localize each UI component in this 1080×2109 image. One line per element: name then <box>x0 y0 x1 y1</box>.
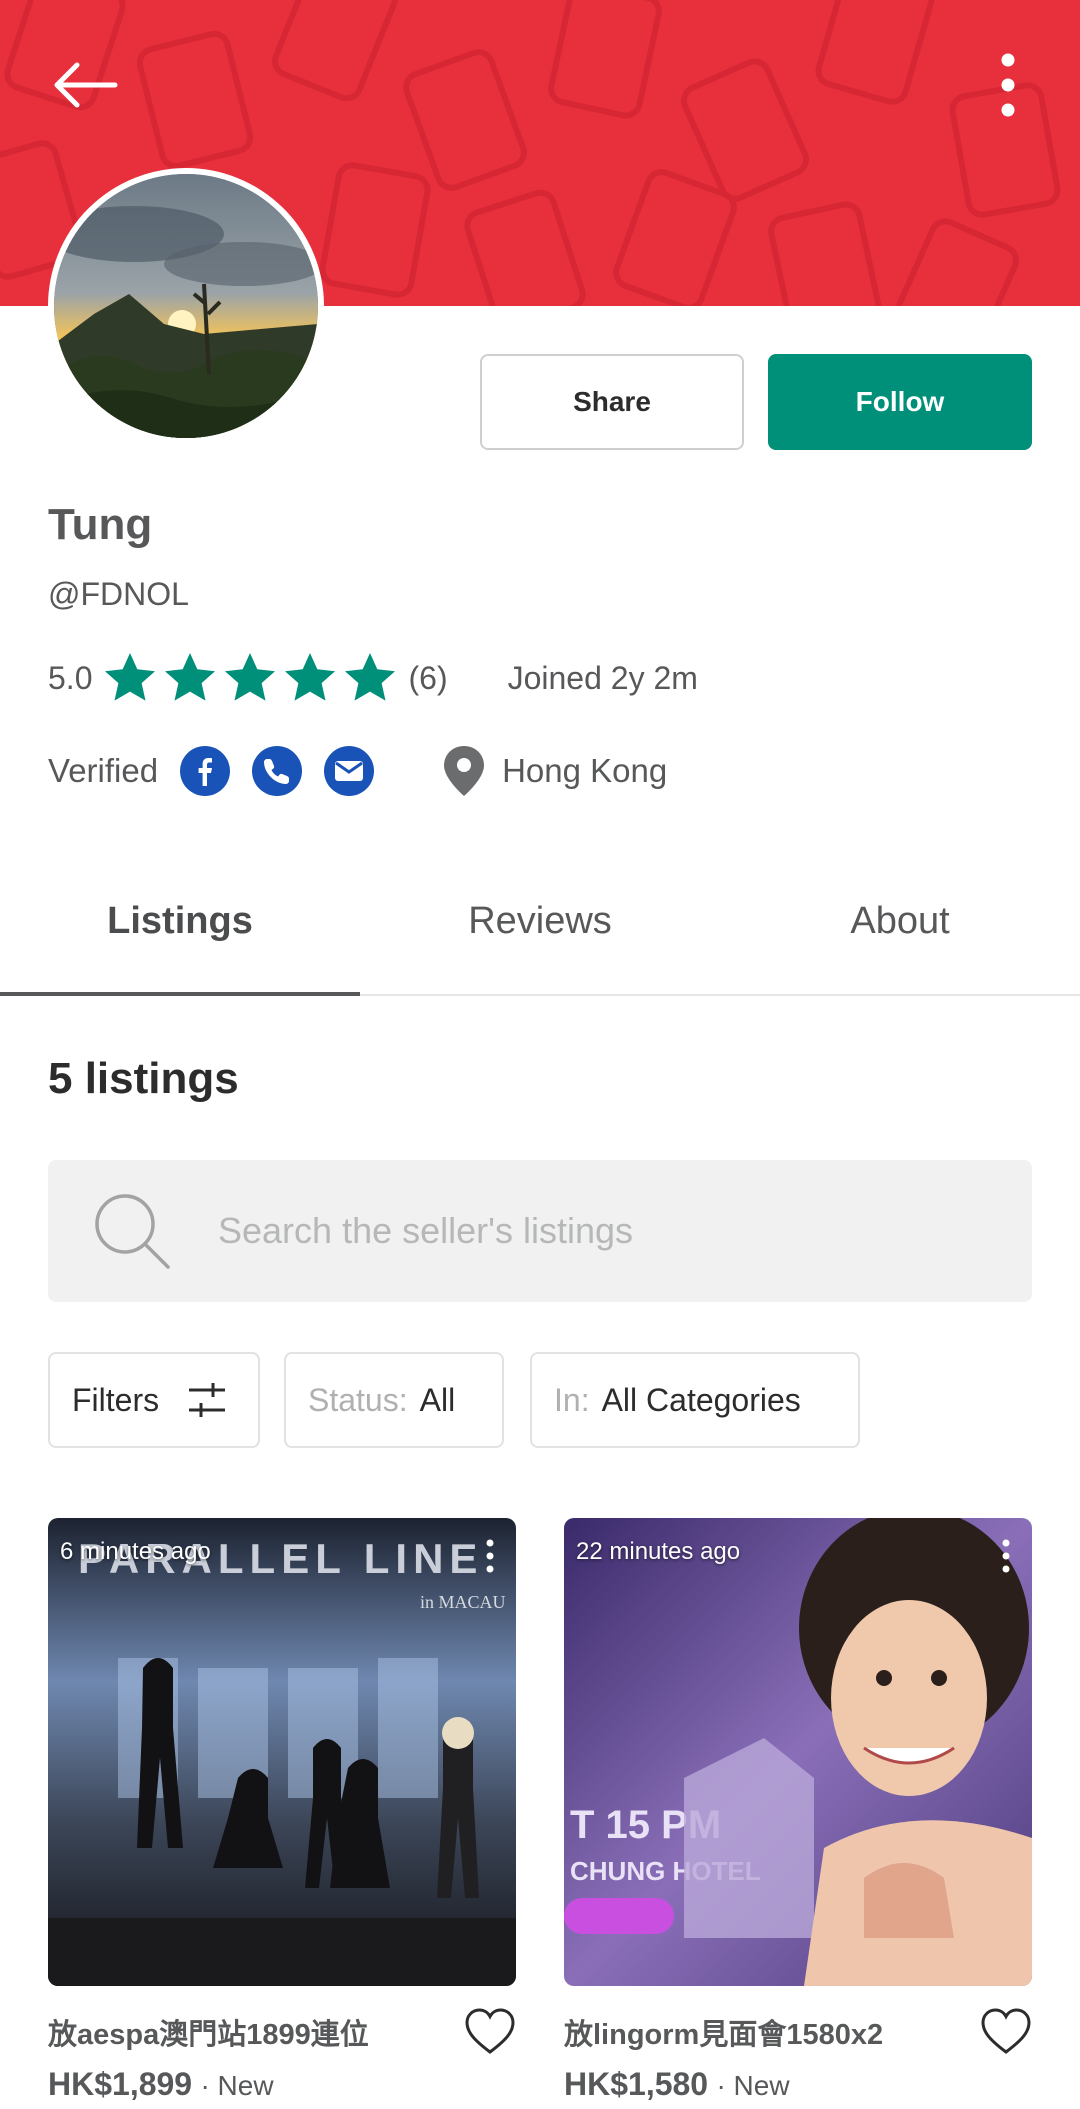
status-value: All <box>419 1381 456 1418</box>
more-options-button[interactable] <box>980 50 1036 120</box>
vertical-dots-icon <box>1001 53 1015 117</box>
listing-card[interactable]: T 15 PM CHUNG HOTEL 22 minutes ago 放ling… <box>564 1518 1032 2103</box>
star-icon <box>165 653 216 701</box>
joined-label: Joined 2y 2m <box>507 659 698 696</box>
filters-button[interactable]: Filters <box>48 1352 260 1448</box>
category-value: All Categories <box>601 1381 801 1418</box>
vertical-dots-icon[interactable] <box>996 1538 1016 1574</box>
rating-score: 5.0 <box>48 659 93 696</box>
listing-title[interactable]: 放lingorm見面會1580x2 <box>564 2011 883 2053</box>
listing-price: HK$1,899 <box>48 2066 193 2102</box>
phone-icon <box>252 746 303 796</box>
vertical-dots-icon[interactable] <box>480 1538 500 1574</box>
rating-count: (6) <box>408 659 448 696</box>
verified-label: Verified <box>48 752 159 789</box>
location: Hong Kong <box>442 746 667 796</box>
arrow-left-icon <box>54 62 118 108</box>
search-input[interactable] <box>218 1210 978 1252</box>
tab-listings[interactable]: Listings <box>0 848 360 996</box>
profile-tabs: Listings Reviews About <box>0 848 1080 996</box>
listing-price: HK$1,580 <box>564 2066 709 2102</box>
rating-row[interactable]: 5.0 (6) Joined 2y 2m <box>48 652 698 704</box>
svg-text:in MACAU: in MACAU <box>420 1592 506 1612</box>
category-filter[interactable]: In: All Categories <box>530 1352 860 1448</box>
status-prefix: Status: <box>308 1381 408 1418</box>
sliders-icon <box>189 1383 226 1417</box>
rating-stars <box>102 650 398 706</box>
listings-count: 5 listings <box>48 1054 239 1103</box>
listing-image[interactable]: PARALLEL LINE in MACAU 6 minutes ago <box>48 1518 516 1986</box>
listing-time: 22 minutes ago <box>576 1538 741 1565</box>
profile-handle: @FDNOL <box>48 576 189 612</box>
listing-condition: · New <box>200 2070 274 2101</box>
listing-price-row: HK$1,899 · New <box>48 2066 516 2103</box>
share-button[interactable]: Share <box>480 354 744 450</box>
category-prefix: In: <box>554 1381 590 1418</box>
listing-condition: · New <box>716 2070 790 2101</box>
tab-about[interactable]: About <box>720 848 1080 994</box>
listing-time: 6 minutes ago <box>60 1538 211 1565</box>
search-icon <box>95 1194 170 1269</box>
listing-title[interactable]: 放aespa澳門站1899連位 <box>48 2011 369 2053</box>
email-icon <box>324 746 375 796</box>
tab-reviews[interactable]: Reviews <box>360 848 720 994</box>
profile-name: Tung <box>48 500 153 549</box>
heart-icon[interactable] <box>980 2006 1032 2058</box>
star-icon <box>105 653 156 701</box>
back-button[interactable] <box>44 50 124 120</box>
location-label: Hong Kong <box>502 752 668 789</box>
location-pin-icon <box>444 746 485 796</box>
listing-image[interactable]: T 15 PM CHUNG HOTEL 22 minutes ago <box>564 1518 1032 1986</box>
status-filter[interactable]: Status: All <box>284 1352 504 1448</box>
filters-label: Filters <box>72 1381 160 1418</box>
heart-icon[interactable] <box>464 2006 516 2058</box>
verified-row: Verified Hong Kong <box>48 745 667 797</box>
listing-price-row: HK$1,580 · New <box>564 2066 1032 2103</box>
star-icon <box>225 653 276 701</box>
star-icon <box>345 653 396 701</box>
listing-card[interactable]: PARALLEL LINE in MACAU 6 minutes ago 放ae… <box>48 1518 516 2103</box>
seller-search-bar[interactable] <box>48 1160 1032 1302</box>
star-icon <box>285 653 336 701</box>
facebook-icon <box>180 746 231 796</box>
follow-button[interactable]: Follow <box>768 354 1032 450</box>
avatar <box>48 168 324 444</box>
